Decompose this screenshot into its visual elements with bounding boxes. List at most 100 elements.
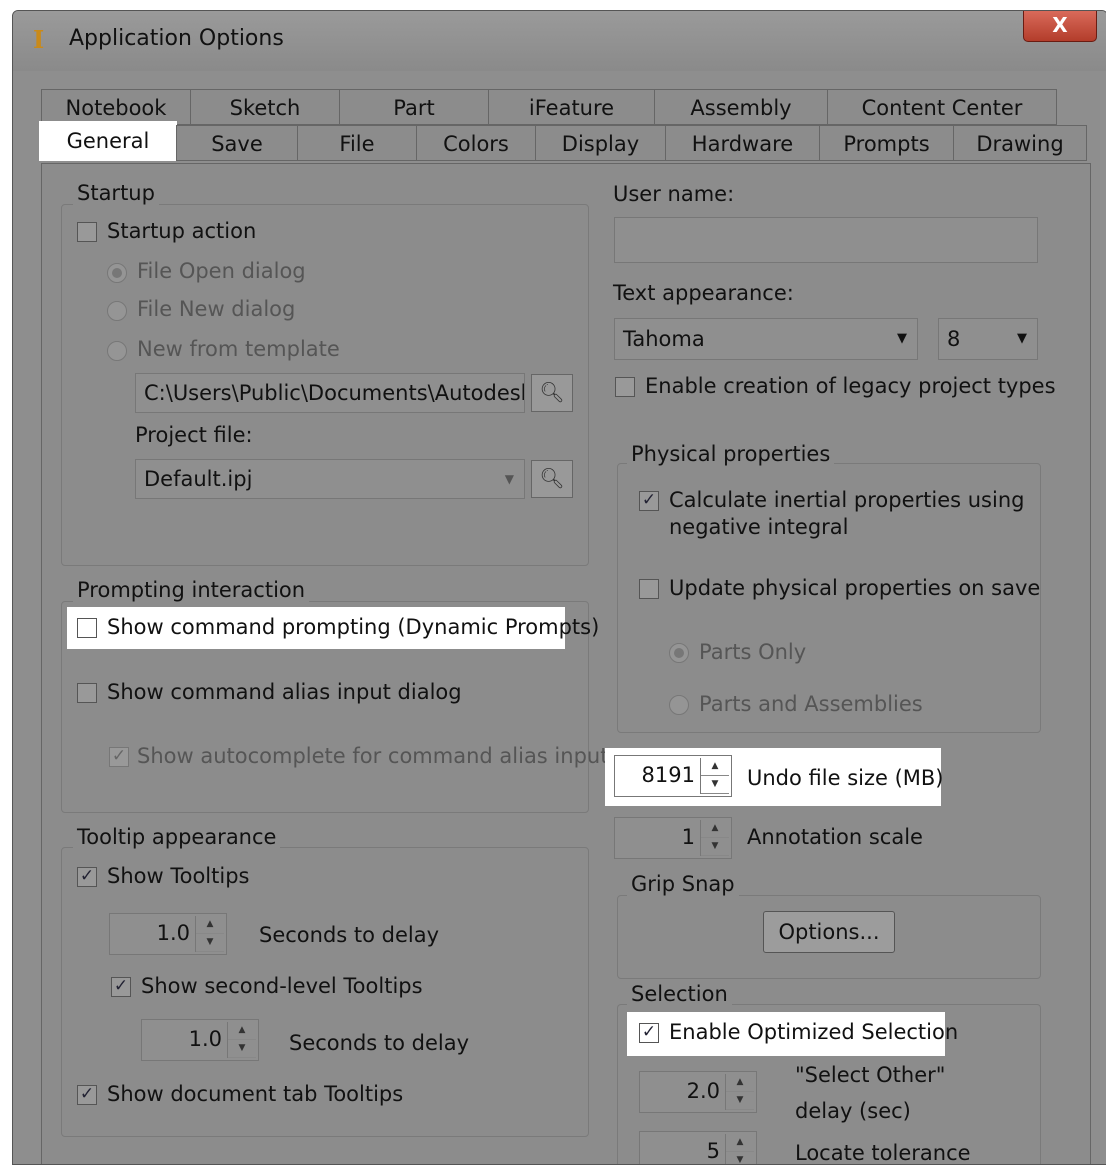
browse-icon: 🔍︎ [539, 380, 565, 404]
tab-drawing[interactable]: Drawing [953, 125, 1087, 161]
physical-properties-label: Physical properties [627, 442, 835, 466]
calc-inertial-checkbox[interactable]: ✓ [639, 491, 659, 511]
undo-file-size-value: 8191 [641, 763, 695, 787]
spin-down-icon[interactable]: ▼ [196, 934, 224, 952]
tab-content-center[interactable]: Content Center [827, 89, 1057, 125]
locate-tolerance-label: Locate tolerance [795, 1141, 971, 1165]
calc-inertial-line1: Calculate inertial properties using [669, 488, 1025, 512]
spin-down-icon[interactable]: ▼ [228, 1040, 256, 1058]
tooltip-delay-value: 1.0 [156, 921, 190, 945]
startup-action-label: Startup action [107, 219, 257, 243]
undo-file-size-spinner[interactable]: 8191 ▲ ▼ [614, 755, 732, 797]
project-file-label: Project file: [135, 423, 253, 447]
file-open-dialog-radio[interactable] [107, 263, 127, 283]
file-new-dialog-label: File New dialog [137, 297, 296, 321]
tab-prompts[interactable]: Prompts [819, 125, 954, 161]
dropdown-arrow-icon: ▼ [504, 472, 514, 486]
spin-up-icon[interactable]: ▲ [701, 758, 729, 776]
dropdown-arrow-icon: ▼ [1017, 331, 1027, 346]
project-file-select[interactable]: Default.ipj ▼ [135, 459, 525, 499]
annotation-scale-label: Annotation scale [747, 825, 923, 849]
parts-assemblies-label: Parts and Assemblies [699, 692, 923, 716]
tab-part[interactable]: Part [339, 89, 489, 125]
prompting-group-label: Prompting interaction [73, 578, 310, 602]
file-open-dialog-label: File Open dialog [137, 259, 306, 283]
tab-notebook[interactable]: Notebook [41, 89, 191, 125]
parts-only-radio[interactable] [669, 643, 689, 663]
show-alias-dialog-checkbox[interactable] [77, 683, 97, 703]
template-path-field[interactable]: C:\Users\Public\Documents\Autodesk\I [135, 373, 525, 413]
annotation-scale-value: 1 [681, 825, 695, 849]
tab-sketch[interactable]: Sketch [190, 89, 340, 125]
new-from-template-radio[interactable] [107, 341, 127, 361]
browse-template-button[interactable]: 🔍︎ [531, 374, 573, 412]
update-physical-checkbox[interactable] [639, 579, 659, 599]
tab-general[interactable]: General [39, 121, 177, 161]
project-file-value: Default.ipj [144, 467, 253, 491]
show-autocomplete-label: Show autocomplete for command alias inpu… [137, 744, 609, 768]
parts-assemblies-radio[interactable] [669, 695, 689, 715]
second-level-delay-spinner[interactable]: 1.0 ▲ ▼ [141, 1019, 259, 1061]
spin-up-icon[interactable]: ▲ [196, 916, 224, 934]
show-tooltips-checkbox[interactable]: ✓ [77, 867, 97, 887]
show-doc-tab-label: Show document tab Tooltips [107, 1082, 404, 1106]
app-icon: I [33, 25, 45, 54]
locate-tolerance-spinner[interactable]: 5 ▲ ▼ [639, 1131, 757, 1164]
startup-action-checkbox[interactable] [77, 222, 97, 242]
grip-snap-label: Grip Snap [627, 872, 739, 896]
tooltip-delay-spinner[interactable]: 1.0 ▲ ▼ [109, 913, 227, 955]
show-second-level-checkbox[interactable]: ✓ [111, 977, 131, 997]
legacy-projects-checkbox[interactable] [615, 377, 635, 397]
startup-group-label: Startup [73, 181, 159, 205]
spin-down-icon[interactable]: ▼ [701, 776, 729, 794]
spin-down-icon[interactable]: ▼ [701, 838, 729, 856]
calc-inertial-line2: negative integral [669, 515, 849, 539]
tab-ifeature[interactable]: iFeature [488, 89, 655, 125]
browse-project-button[interactable]: 🔍︎ [531, 460, 573, 498]
tab-colors[interactable]: Colors [416, 125, 536, 161]
window-title: Application Options [69, 26, 284, 51]
select-other-delay-spinner[interactable]: 2.0 ▲ ▼ [639, 1071, 757, 1113]
new-from-template-label: New from template [137, 337, 340, 361]
user-name-label: User name: [613, 182, 735, 206]
spin-up-icon[interactable]: ▲ [726, 1074, 754, 1092]
show-tooltips-label: Show Tooltips [107, 864, 250, 888]
select-other-delay-value: 2.0 [686, 1079, 720, 1103]
font-select[interactable]: Tahoma ▼ [614, 318, 918, 360]
second-level-delay-value: 1.0 [188, 1027, 222, 1051]
spin-down-icon[interactable]: ▼ [726, 1092, 754, 1110]
grip-snap-options-button[interactable]: Options... [763, 911, 895, 953]
user-name-input[interactable] [614, 217, 1038, 263]
browse-icon: 🔍︎ [539, 466, 565, 490]
show-autocomplete-checkbox[interactable]: ✓ [109, 747, 129, 767]
undo-file-size-label: Undo file size (MB) [747, 766, 944, 790]
spin-up-icon[interactable]: ▲ [726, 1134, 754, 1152]
annotation-scale-spinner[interactable]: 1 ▲ ▼ [614, 817, 732, 859]
tab-file[interactable]: File [297, 125, 417, 161]
selection-label: Selection [627, 982, 732, 1006]
show-alias-dialog-label: Show command alias input dialog [107, 680, 462, 704]
application-options-window: I Application Options X Notebook Sketch … [12, 10, 1106, 1165]
spin-up-icon[interactable]: ▲ [701, 820, 729, 838]
tab-hardware[interactable]: Hardware [665, 125, 820, 161]
file-new-dialog-radio[interactable] [107, 301, 127, 321]
font-size-select[interactable]: 8 ▼ [938, 318, 1038, 360]
tab-display[interactable]: Display [535, 125, 666, 161]
select-other-line2: delay (sec) [795, 1099, 911, 1123]
spin-down-icon[interactable]: ▼ [726, 1152, 754, 1164]
show-doc-tab-checkbox[interactable]: ✓ [77, 1085, 97, 1105]
show-second-level-label: Show second-level Tooltips [141, 974, 423, 998]
title-bar: I Application Options X [13, 11, 1106, 71]
optimized-selection-checkbox[interactable]: ✓ [639, 1023, 659, 1043]
font-size-value: 8 [947, 327, 961, 351]
close-button[interactable]: X [1023, 11, 1097, 42]
show-command-prompting-checkbox[interactable] [77, 618, 97, 638]
tab-save[interactable]: Save [176, 125, 298, 161]
tooltip-delay-label: Seconds to delay [259, 923, 440, 947]
spin-up-icon[interactable]: ▲ [228, 1022, 256, 1040]
locate-tolerance-value: 5 [706, 1139, 720, 1163]
tooltip-group-label: Tooltip appearance [73, 825, 281, 849]
update-physical-label: Update physical properties on save [669, 576, 1041, 600]
tab-assembly[interactable]: Assembly [654, 89, 828, 125]
select-other-line1: "Select Other" [795, 1063, 946, 1087]
